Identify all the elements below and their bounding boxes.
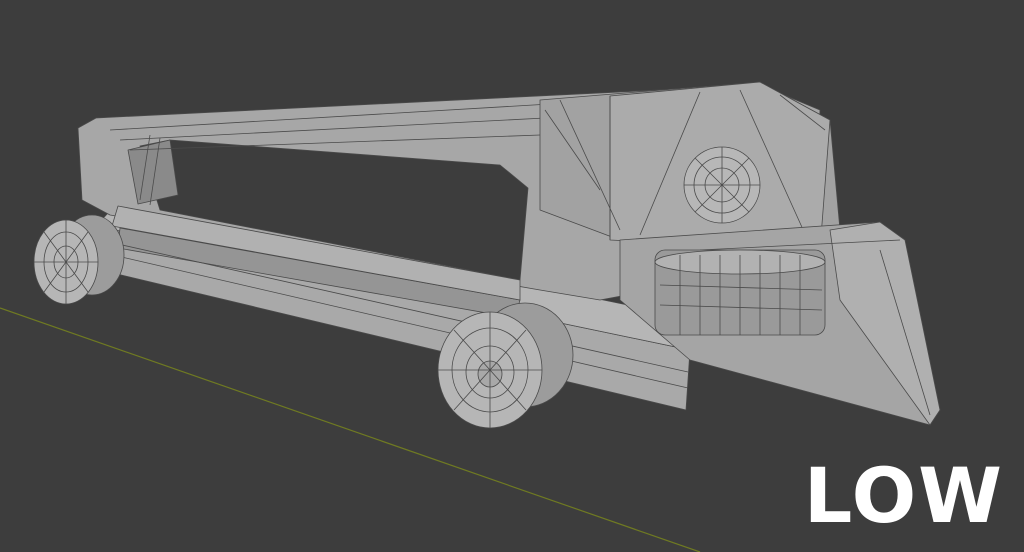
windage-knob [683, 146, 761, 224]
3d-viewport[interactable]: LOW [0, 0, 1024, 552]
left-thumbscrew [33, 214, 125, 305]
detail-level-label: LOW [804, 451, 1004, 540]
carry-handle-mesh [33, 81, 941, 429]
